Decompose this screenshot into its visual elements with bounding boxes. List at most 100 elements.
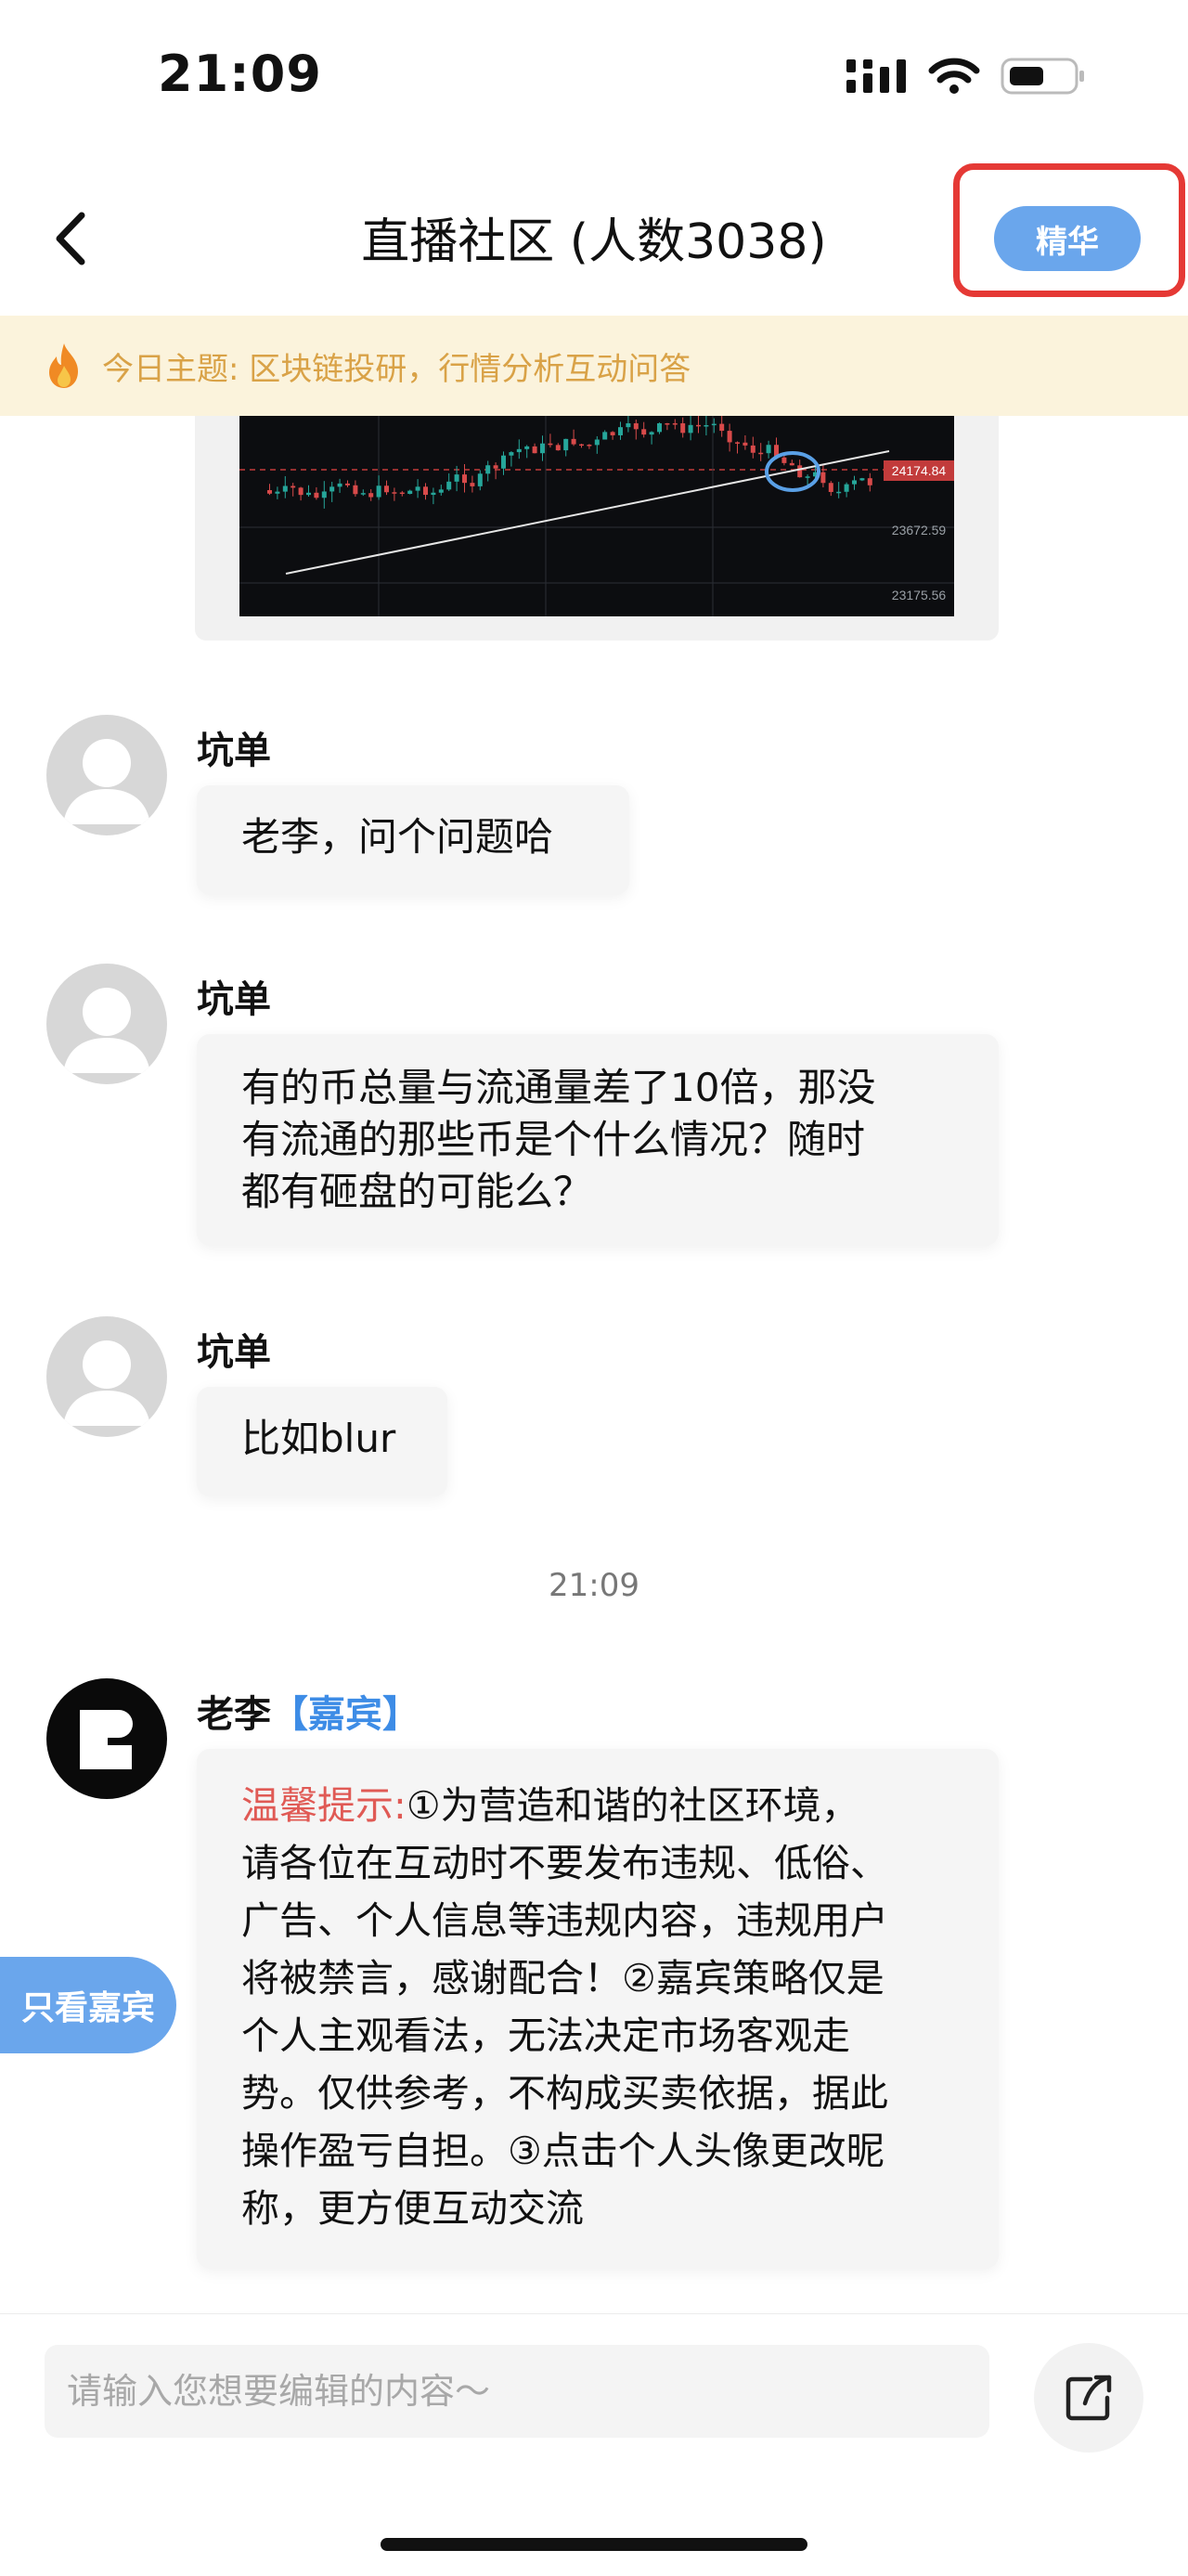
essence-button[interactable]: 精华: [994, 206, 1141, 271]
candle-body: [641, 429, 647, 435]
signal-icon: [846, 59, 906, 93]
candle-body: [735, 442, 740, 444]
candle-body: [719, 423, 725, 432]
candle-body: [680, 423, 686, 434]
candle-body: [415, 486, 420, 491]
candle-body: [376, 485, 381, 498]
candle-body: [758, 452, 764, 455]
candle-body: [844, 484, 849, 492]
avatar[interactable]: [46, 964, 167, 1084]
candle-body: [532, 446, 537, 454]
default-user-icon: [63, 1340, 150, 1426]
candle-body: [633, 423, 639, 430]
candle-body: [696, 424, 701, 427]
share-icon: [1065, 2375, 1112, 2421]
candle-body: [836, 491, 842, 494]
candle-body: [524, 446, 530, 449]
candle-body: [571, 438, 576, 445]
candle-body: [446, 481, 452, 490]
candle-body: [306, 492, 311, 496]
candle-body: [610, 432, 615, 435]
guest-tag: 【嘉宾】: [271, 1693, 420, 1736]
candle-body: [368, 493, 374, 498]
candle-body: [859, 478, 865, 481]
message-text: 老李，问个问题哈: [241, 814, 554, 860]
candle-body: [555, 445, 561, 451]
default-user-icon: [63, 739, 150, 824]
candle-body: [477, 473, 483, 486]
candle-body: [828, 483, 833, 492]
message-line: 个人主观看法，无法决定市场客观走: [241, 2013, 850, 2058]
candle-body: [594, 439, 600, 446]
message-line: 势。仅供参考，不构成买卖依据，据此: [241, 2071, 888, 2116]
share-button[interactable]: [1034, 2343, 1143, 2453]
default-user-icon: [63, 988, 150, 1073]
candle-body: [867, 478, 872, 485]
message-line: 操作盈亏自担。③点击个人头像更改昵: [241, 2129, 885, 2173]
candle-body: [711, 423, 717, 426]
candle-body: [618, 427, 623, 435]
candle-body: [509, 452, 514, 456]
message-line: 都有砸盘的可能么？: [241, 1169, 593, 1214]
candle-body: [727, 431, 732, 443]
message-line: 请各位在互动时不要发布违规、低俗、: [241, 1841, 888, 1885]
candle-body: [392, 492, 397, 494]
message-line: 广告、个人信息等违规内容，违规用户: [241, 1898, 888, 1943]
message-input[interactable]: [45, 2345, 989, 2438]
candle-body: [485, 465, 491, 474]
candlestick-chart: 24174.84 23672.59 23175.56: [239, 416, 954, 616]
candle-body: [423, 486, 428, 496]
candle-body: [665, 423, 670, 425]
candle-body: [587, 445, 592, 447]
candle-body: [540, 443, 545, 454]
message-line-text: ①为营造和谐的社区环境，: [406, 1783, 859, 1828]
price-label-current: 24174.84: [892, 463, 947, 478]
avatar[interactable]: [46, 715, 167, 835]
candle-body: [742, 442, 748, 446]
candle-body: [501, 455, 506, 469]
candle-body: [626, 423, 631, 428]
candle-body: [688, 424, 693, 434]
host-name: 老李: [197, 1693, 271, 1736]
username: 坑单: [197, 978, 271, 1021]
topic-banner: 今日主题: 区块链投研，行情分析互动问答: [0, 316, 1188, 416]
fire-icon: [49, 343, 78, 388]
message-text: 比如blur: [241, 1416, 396, 1461]
candle-body: [672, 423, 678, 425]
candle-body: [438, 489, 444, 493]
message-bubble: 比如blur: [197, 1387, 447, 1496]
candle-body: [852, 480, 857, 485]
message-line: 有的币总量与流通量差了10倍，那没: [241, 1065, 876, 1110]
host-username: 老李【嘉宾】: [197, 1684, 420, 1738]
chart-image[interactable]: 24174.84 23672.59 23175.56: [239, 416, 954, 616]
message-bubble: 老李，问个问题哈: [197, 785, 629, 895]
candle-body: [345, 483, 350, 485]
candle-body: [431, 492, 436, 496]
candle-body: [657, 423, 662, 433]
candle-body: [470, 483, 475, 486]
candle-body: [789, 462, 794, 466]
candle-body: [267, 490, 272, 494]
message-line: 有流通的那些币是个什么情况？随时: [241, 1117, 866, 1162]
topic-text: 今日主题: 区块链投研，行情分析互动问答: [102, 350, 691, 388]
candle-body: [704, 425, 709, 427]
host-avatar[interactable]: [46, 1678, 167, 1799]
candle-body: [602, 432, 608, 440]
battery-icon: [1001, 58, 1084, 95]
candle-body: [353, 485, 358, 495]
message-bubble: 有的币总量与流通量差了10倍，那没 有流通的那些币是个什么情况？随时 都有砸盘的…: [197, 1034, 999, 1246]
candle-body: [797, 465, 803, 478]
price-label-mid: 23672.59: [892, 523, 947, 537]
candle-body: [548, 443, 553, 446]
avatar[interactable]: [46, 1316, 167, 1437]
candle-body: [516, 448, 522, 453]
only-guest-button[interactable]: 只看嘉宾: [0, 1957, 176, 2053]
candle-body: [781, 457, 787, 463]
candle-body: [337, 483, 342, 487]
message-line: 温馨提示:①为营造和谐的社区环境，: [241, 1777, 954, 1834]
candle-body: [360, 493, 366, 495]
candle-body: [766, 445, 771, 454]
price-label-low: 23175.56: [892, 588, 947, 602]
wifi-icon: [928, 58, 980, 94]
candle-body: [275, 491, 280, 494]
